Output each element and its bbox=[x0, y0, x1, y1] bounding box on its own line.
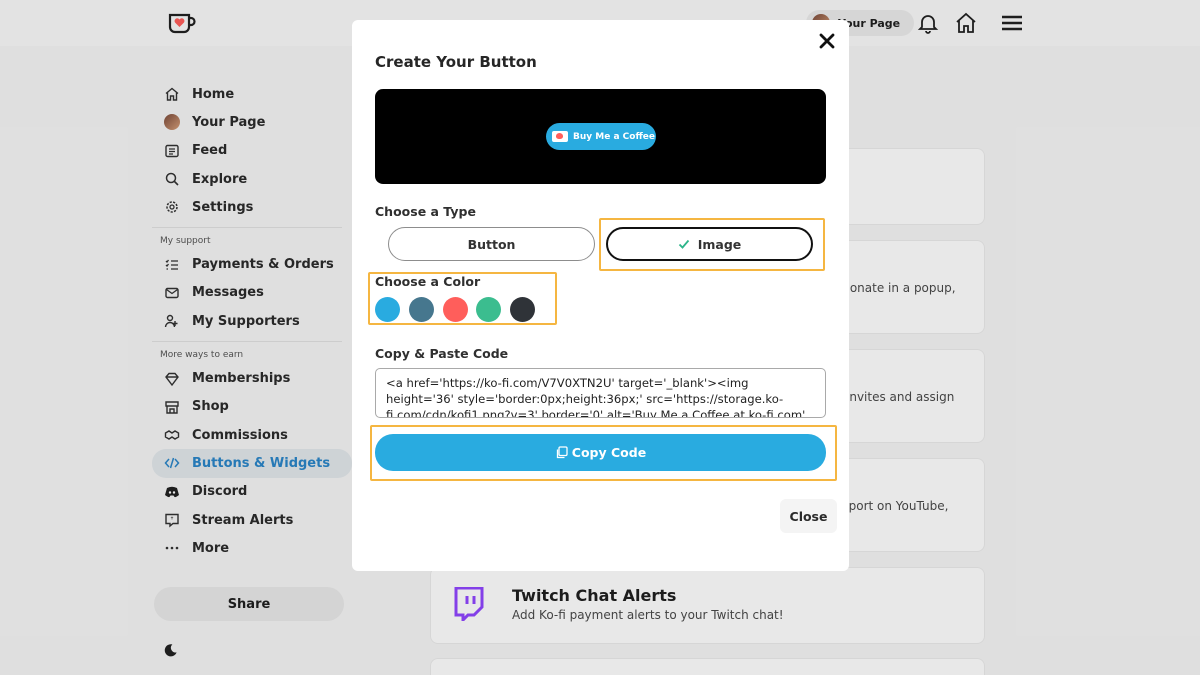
embed-code-textarea[interactable]: <a href='https://ko-fi.com/V7V0XTN2U' ta… bbox=[375, 368, 826, 418]
color-swatch-red[interactable] bbox=[443, 297, 468, 322]
preview-kofi-button: Buy Me a Coffee bbox=[546, 123, 656, 150]
preview-button-label: Buy Me a Coffee bbox=[573, 131, 655, 142]
create-button-modal: Create Your Button Buy Me a Coffee Choos… bbox=[352, 20, 849, 571]
choose-type-label: Choose a Type bbox=[375, 204, 476, 219]
close-icon[interactable] bbox=[818, 32, 836, 50]
copy-code-button[interactable]: Copy Code bbox=[375, 434, 826, 471]
copy-icon bbox=[556, 446, 568, 459]
color-swatch-blue[interactable] bbox=[375, 297, 400, 322]
modal-title: Create Your Button bbox=[375, 53, 537, 71]
color-swatch-steel[interactable] bbox=[409, 297, 434, 322]
coffee-cup-icon bbox=[552, 131, 568, 142]
color-swatch-green[interactable] bbox=[476, 297, 501, 322]
type-option-button[interactable]: Button bbox=[388, 227, 595, 261]
check-icon bbox=[678, 239, 689, 249]
choose-color-label: Choose a Color bbox=[375, 274, 481, 289]
color-swatch-dark[interactable] bbox=[510, 297, 535, 322]
copy-paste-code-label: Copy & Paste Code bbox=[375, 346, 509, 361]
close-button[interactable]: Close bbox=[780, 499, 837, 533]
type-option-image[interactable]: Image bbox=[606, 227, 813, 261]
button-preview: Buy Me a Coffee bbox=[375, 89, 826, 184]
